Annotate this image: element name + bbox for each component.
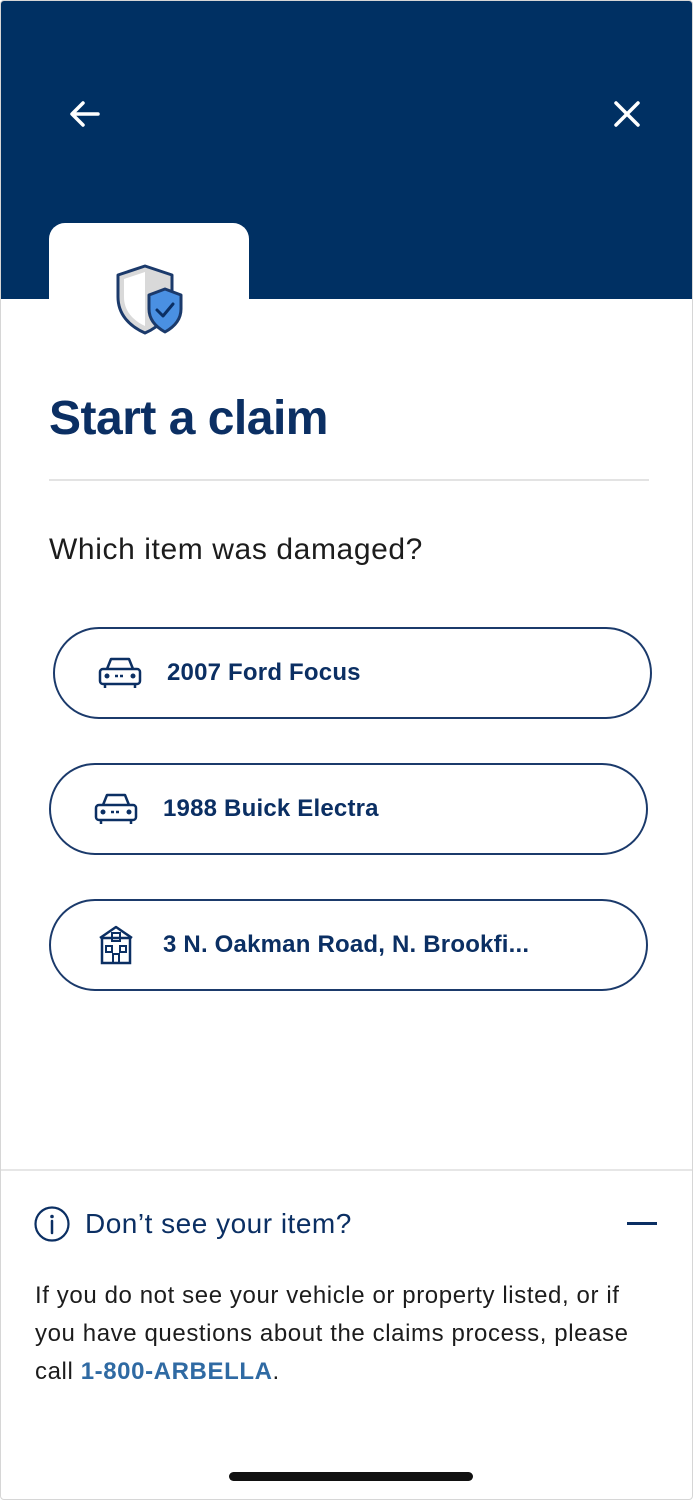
item-option-label: 2007 Ford Focus bbox=[167, 659, 361, 686]
app-screen: Start a claim Which item was damaged? 20… bbox=[0, 0, 693, 1500]
title-divider bbox=[49, 479, 649, 481]
item-option-2007-ford-focus[interactable]: 2007 Ford Focus bbox=[53, 627, 652, 719]
help-body-text: If you do not see your vehicle or proper… bbox=[35, 1277, 665, 1391]
help-title: Don’t see your item? bbox=[85, 1208, 352, 1239]
item-option-1988-buick-electra[interactable]: 1988 Buick Electra bbox=[49, 763, 648, 855]
car-icon bbox=[94, 793, 138, 824]
home-indicator[interactable] bbox=[229, 1472, 473, 1481]
house-icon bbox=[99, 925, 133, 965]
help-end-punct: . bbox=[272, 1358, 280, 1385]
page-title: Start a claim bbox=[49, 392, 328, 445]
item-option-property-address[interactable]: 3 N. Oakman Road, N. Brookfi... bbox=[49, 899, 648, 991]
shield-check-icon bbox=[116, 264, 183, 335]
close-icon bbox=[614, 101, 640, 127]
footer-divider bbox=[1, 1169, 692, 1171]
close-button[interactable] bbox=[599, 86, 655, 142]
item-option-label: 3 N. Oakman Road, N. Brookfi... bbox=[163, 931, 530, 958]
arrow-left-icon bbox=[70, 101, 100, 127]
info-icon bbox=[34, 1206, 70, 1242]
item-option-label: 1988 Buick Electra bbox=[163, 795, 379, 822]
phone-link[interactable]: 1-800-ARBELLA bbox=[81, 1358, 273, 1385]
car-icon bbox=[98, 657, 142, 688]
back-button[interactable] bbox=[57, 86, 113, 142]
minus-icon[interactable] bbox=[627, 1222, 657, 1225]
help-accordion-toggle[interactable]: Don’t see your item? bbox=[33, 1201, 661, 1247]
damaged-item-question: Which item was damaged? bbox=[49, 533, 423, 566]
